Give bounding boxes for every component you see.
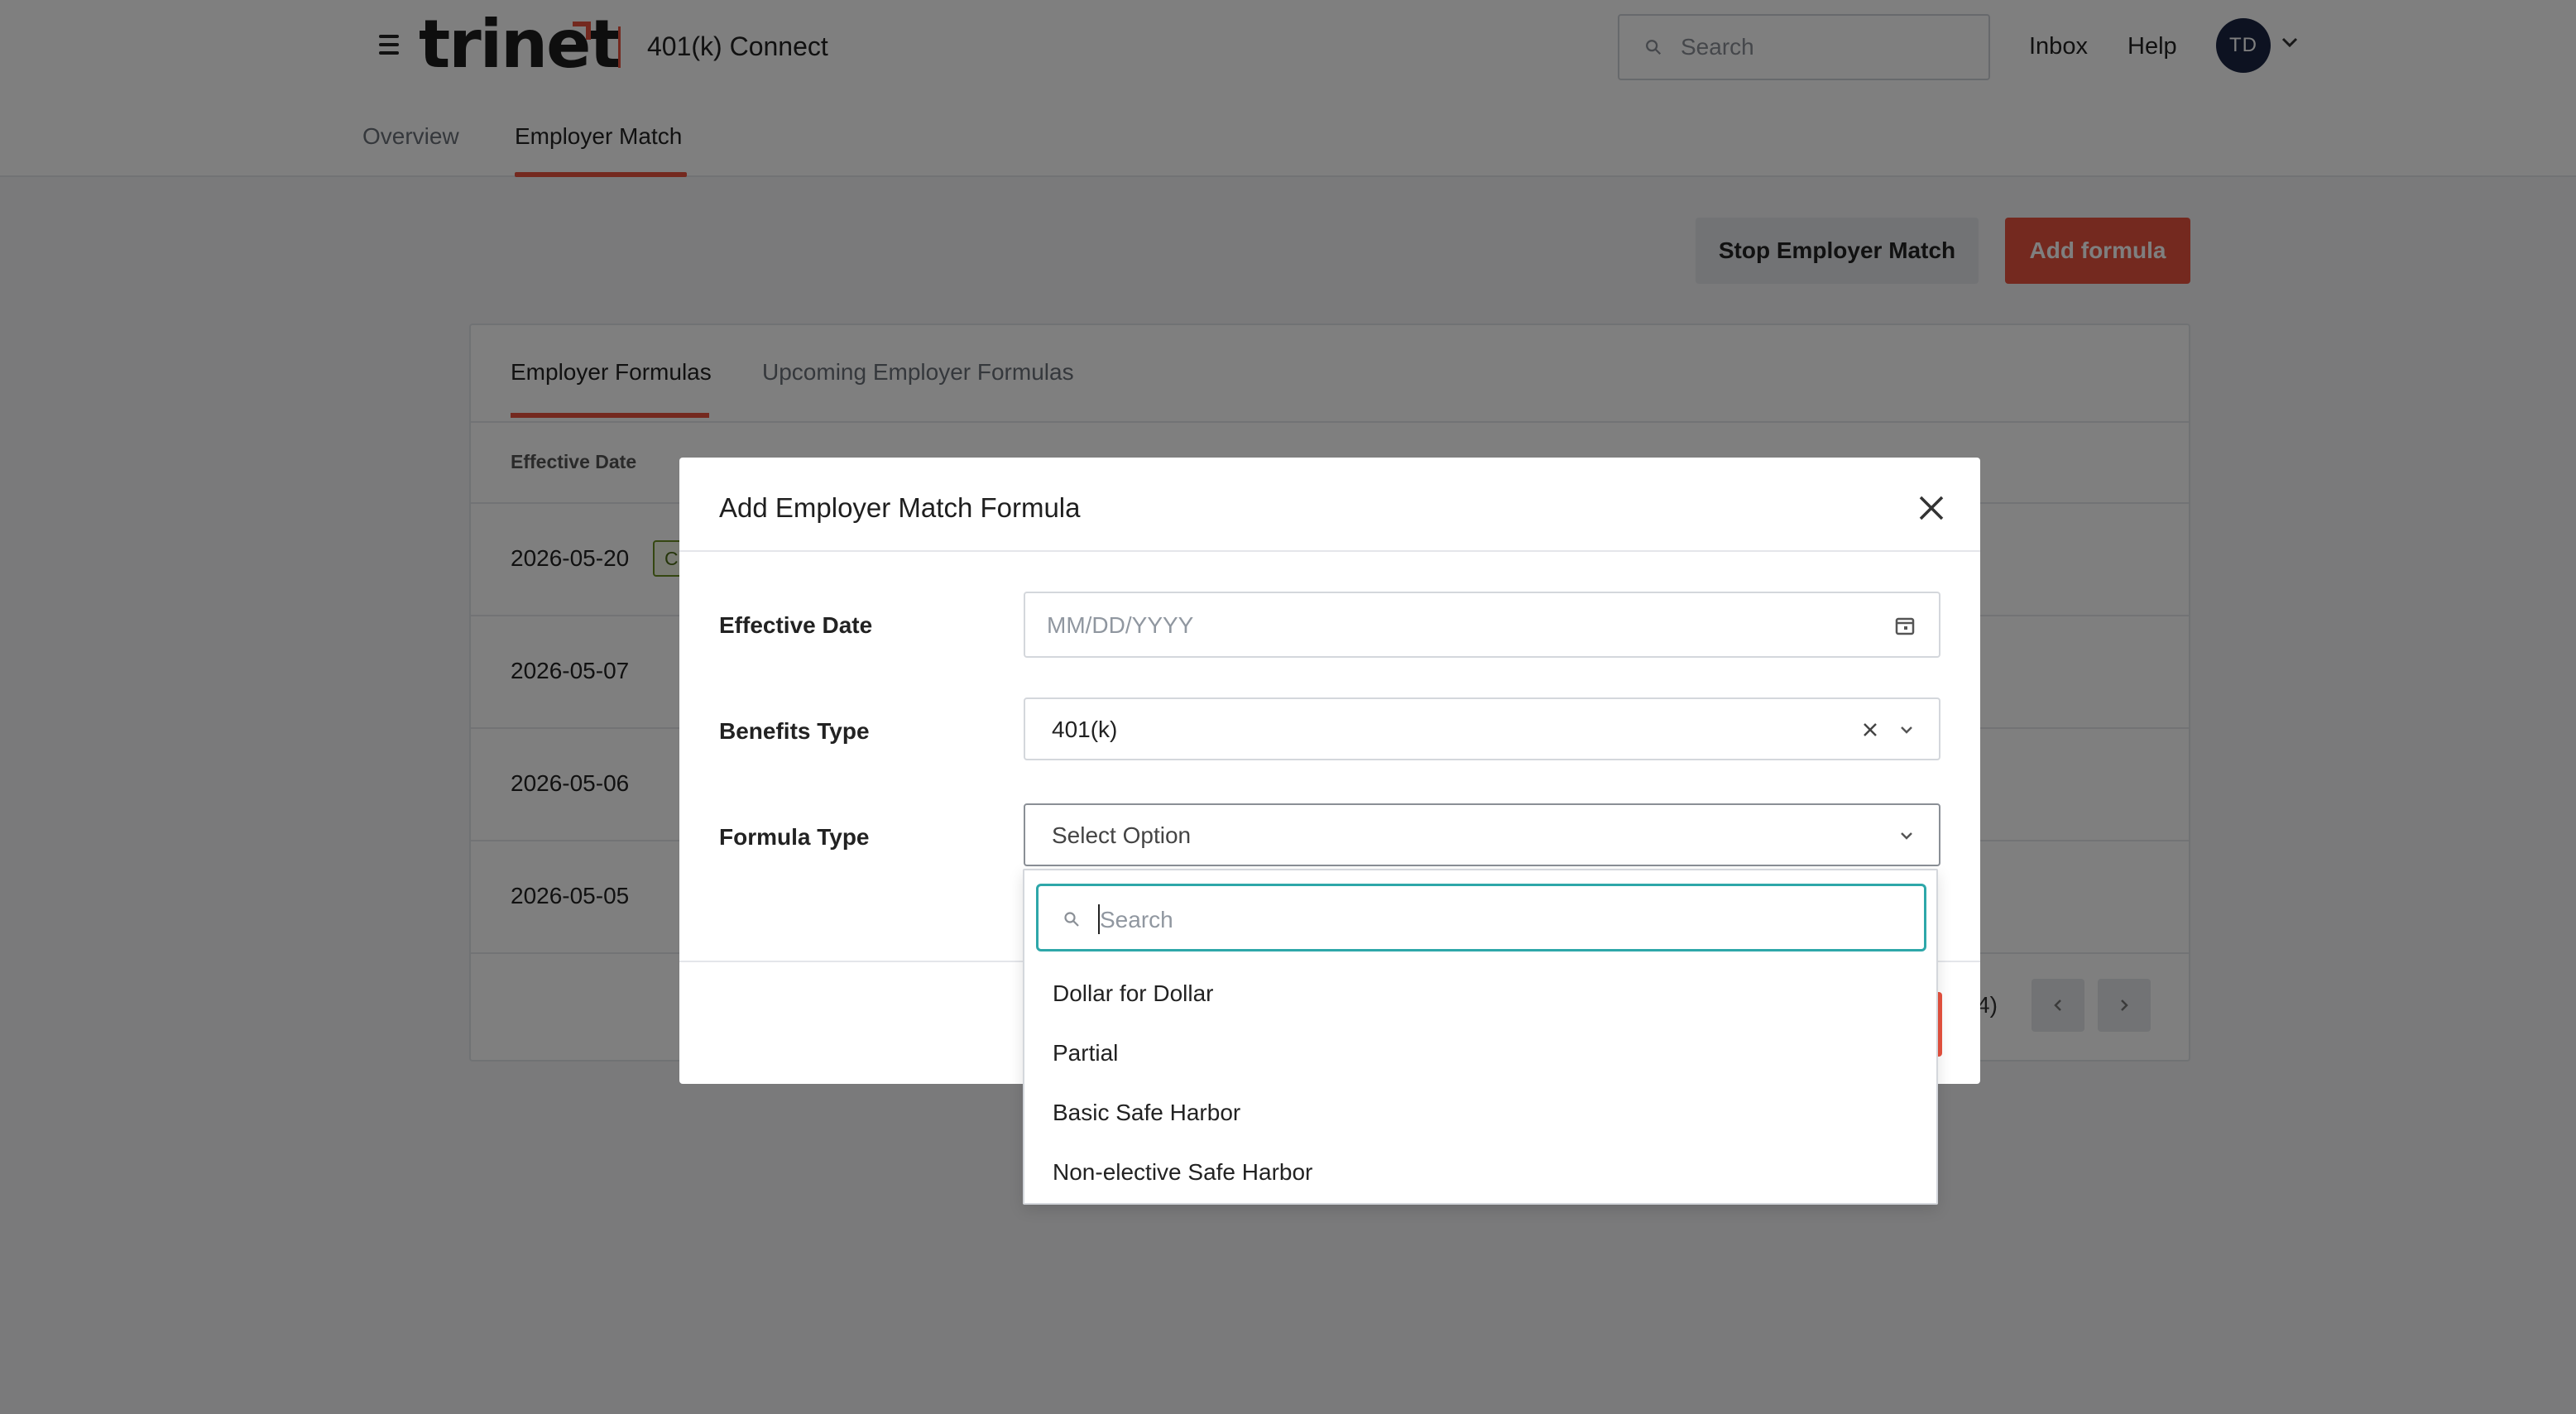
formula-type-dropdown: Search Dollar for Dollar Partial Basic S… [1023, 869, 1938, 1205]
modal-title: Add Employer Match Formula [719, 492, 1081, 523]
formula-type-select[interactable]: Select Option [1024, 803, 1940, 866]
search-icon [1064, 912, 1079, 927]
option-non-elective-safe-harbor[interactable]: Non-elective Safe Harbor [1053, 1158, 1312, 1186]
clear-icon[interactable] [1861, 721, 1879, 739]
calendar-icon[interactable] [1894, 615, 1916, 636]
dropdown-search-placeholder: Search [1100, 907, 1173, 932]
effective-date-field[interactable]: MM/DD/YYYY [1024, 592, 1940, 658]
benefits-type-label: Benefits Type [719, 718, 870, 744]
divider [679, 550, 1980, 552]
formula-type-label: Formula Type [719, 824, 870, 850]
effective-date-placeholder: MM/DD/YYYY [1047, 612, 1194, 638]
benefits-type-select[interactable]: 401(k) [1024, 697, 1940, 760]
chevron-down-icon[interactable] [1897, 827, 1916, 845]
chevron-down-icon[interactable] [1897, 721, 1916, 739]
dropdown-search-input[interactable]: Search [1036, 884, 1926, 951]
option-basic-safe-harbor[interactable]: Basic Safe Harbor [1053, 1099, 1240, 1127]
formula-type-placeholder: Select Option [1052, 822, 1192, 848]
option-dollar-for-dollar[interactable]: Dollar for Dollar [1053, 980, 1214, 1008]
close-icon[interactable] [1912, 489, 1950, 527]
effective-date-label: Effective Date [719, 612, 873, 638]
option-partial[interactable]: Partial [1053, 1039, 1118, 1067]
benefits-type-value: 401(k) [1052, 717, 1118, 742]
